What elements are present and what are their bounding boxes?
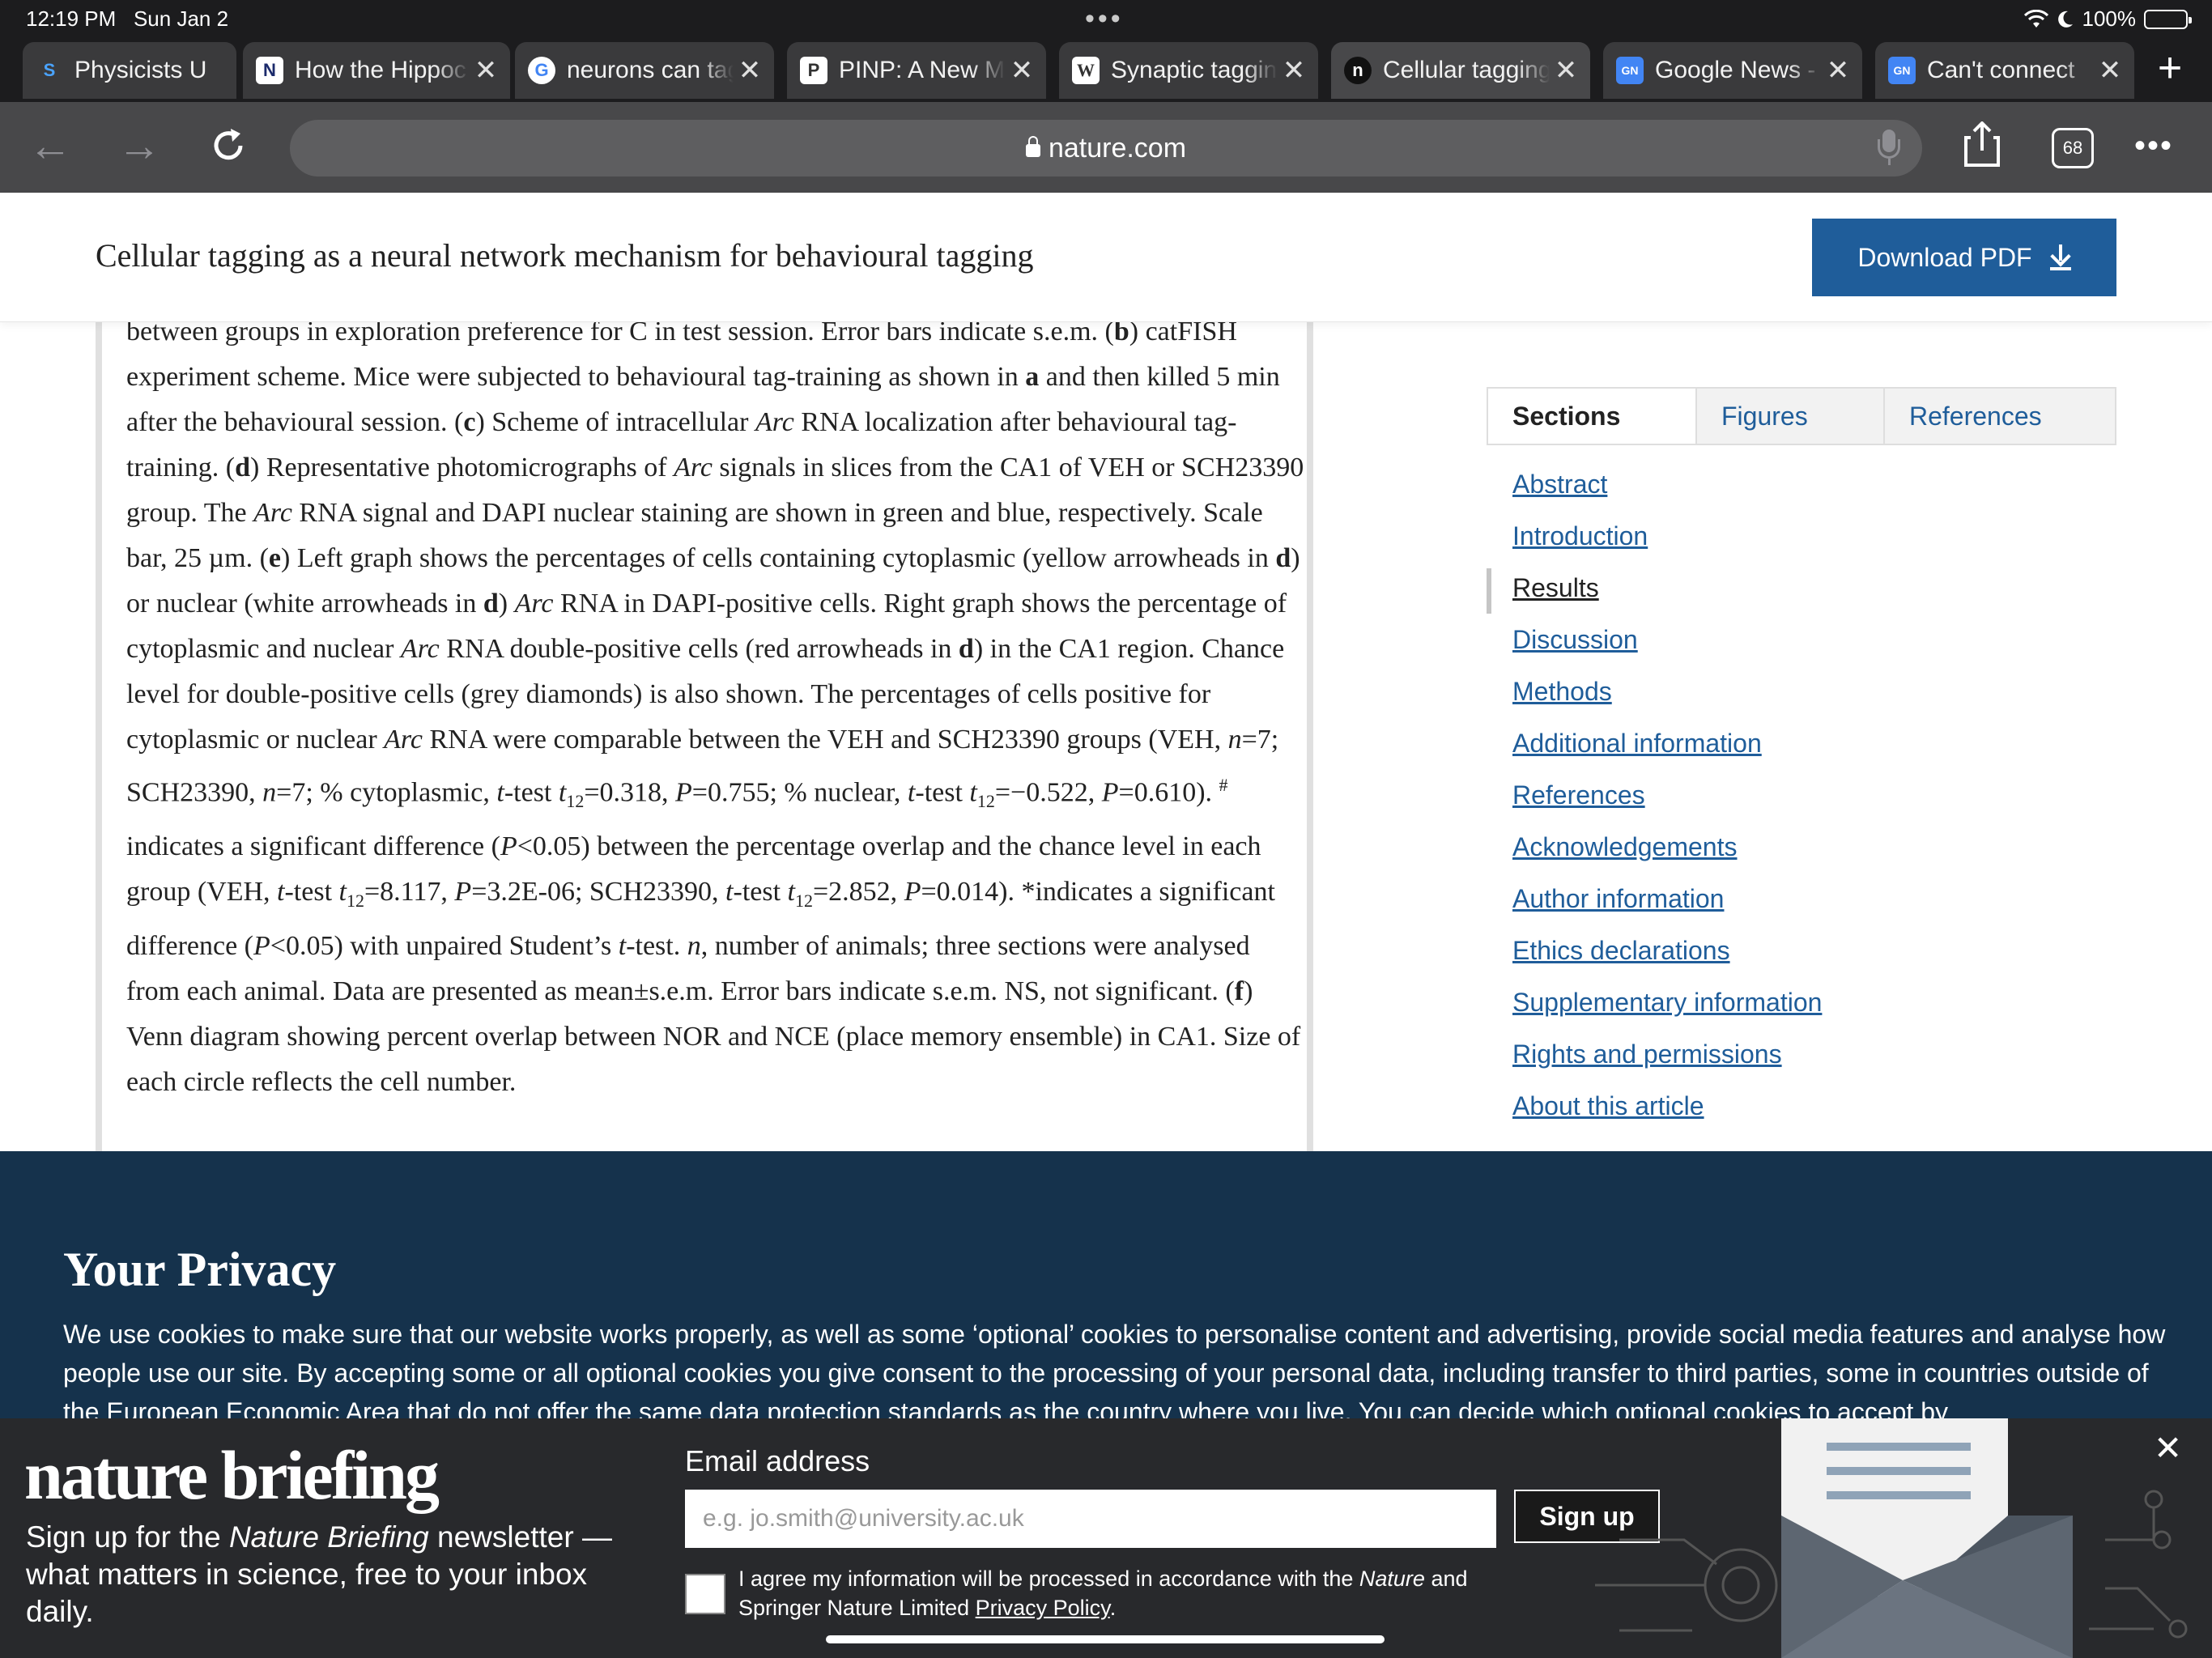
- toc-link-acknowledgements[interactable]: Acknowledgements: [1487, 824, 2116, 876]
- back-arrow-icon[interactable]: ←: [24, 120, 76, 172]
- more-options-icon[interactable]: •••: [2134, 120, 2173, 172]
- toc-link-additional-information[interactable]: Additional information: [1487, 721, 2116, 772]
- address-bar[interactable]: nature.com: [290, 120, 1922, 176]
- tab-synaptic-tagging[interactable]: W Synaptic tagging ✕: [1059, 42, 1318, 99]
- tab-google-search[interactable]: G neurons can tag ✕: [515, 42, 774, 99]
- email-label: Email address: [685, 1444, 870, 1477]
- tab-figures[interactable]: Figures: [1695, 389, 1883, 444]
- multitask-dots[interactable]: •••: [1085, 3, 1124, 35]
- toc-link-references[interactable]: References: [1487, 772, 2116, 824]
- download-icon: [2049, 244, 2071, 270]
- tab-google-news[interactable]: GN Google News - ✕: [1603, 42, 1862, 99]
- tab-favicon-icon: GN: [1616, 57, 1644, 84]
- close-tab-icon[interactable]: ✕: [1822, 54, 1854, 87]
- share-icon[interactable]: [1956, 120, 2008, 172]
- tab-cellular-tagging[interactable]: n Cellular tagging ✕: [1331, 42, 1590, 99]
- tab-favicon-icon: GN: [1888, 57, 1916, 84]
- consent-text: I agree my information will be processed…: [738, 1567, 1468, 1620]
- toc-link-about-this-article[interactable]: About this article: [1487, 1083, 2116, 1135]
- briefing-blurb: Sign up for the Nature Briefing newslett…: [26, 1520, 612, 1628]
- consent-checkbox[interactable]: [685, 1574, 725, 1614]
- article-sticky-header: Cellular tagging as a neural network mec…: [0, 193, 2212, 322]
- tab-favicon-icon: S: [43, 60, 56, 80]
- privacy-text: We use cookies to make sure that our web…: [63, 1320, 2166, 1418]
- address-text: nature.com: [1048, 132, 1187, 164]
- tab-strip: S Physicists U N How the Hippoc ✕ G neur…: [0, 39, 2212, 102]
- tab-favicon-icon: P: [800, 57, 827, 84]
- battery-percent: 100%: [2082, 6, 2137, 31]
- tab-sections[interactable]: Sections: [1488, 389, 1695, 444]
- toc-link-supplementary-information[interactable]: Supplementary information: [1487, 980, 2116, 1031]
- tab-favicon-icon: G: [528, 57, 555, 84]
- new-tab-plus-icon[interactable]: +: [2146, 45, 2194, 94]
- nature-briefing-logo: nature briefing: [24, 1436, 440, 1514]
- figure-caption: between groups in exploration preference…: [126, 317, 1304, 1097]
- status-time: 12:19 PM Sun Jan 2: [26, 6, 229, 31]
- tab-favicon-icon: n: [1344, 57, 1372, 84]
- tab-physicists[interactable]: S Physicists U: [23, 42, 236, 99]
- moon-icon: [2057, 11, 2073, 28]
- toc-link-author-information[interactable]: Author information: [1487, 876, 2116, 928]
- tab-hippocampus[interactable]: N How the Hippoc ✕: [243, 42, 510, 99]
- close-tab-icon[interactable]: ✕: [734, 54, 766, 87]
- close-tab-icon[interactable]: ✕: [2094, 54, 2126, 87]
- toc-link-abstract[interactable]: Abstract: [1487, 461, 2116, 513]
- status-bar: 12:19 PM Sun Jan 2 ••• 100%: [0, 0, 2212, 39]
- nature-briefing-banner: nature briefing Sign up for the Nature B…: [0, 1418, 2212, 1658]
- home-indicator: [826, 1635, 1385, 1643]
- tab-favicon-icon: N: [256, 57, 283, 84]
- privacy-heading: Your Privacy: [63, 1243, 337, 1296]
- privacy-banner: Your Privacy We use cookies to make sure…: [0, 1151, 2212, 1418]
- forward-arrow-icon[interactable]: →: [113, 120, 165, 172]
- tab-cant-connect[interactable]: GN Can't connect ✕: [1875, 42, 2134, 99]
- reload-icon[interactable]: [202, 120, 254, 172]
- article-title: Cellular tagging as a neural network mec…: [96, 237, 1034, 274]
- status-right: 100%: [2023, 6, 2192, 32]
- privacy-policy-link[interactable]: Privacy Policy: [976, 1596, 1110, 1620]
- browser-toolbar: ← → nature.com 68 •••: [0, 102, 2212, 193]
- tab-references[interactable]: References: [1883, 389, 2115, 444]
- sections-tabs: Sections Figures References: [1487, 387, 2116, 445]
- toc-link-methods[interactable]: Methods: [1487, 669, 2116, 721]
- figure-caption-box: between groups in exploration preference…: [96, 317, 1313, 1151]
- email-input[interactable]: [685, 1490, 1496, 1548]
- tab-overview-button[interactable]: 68: [2052, 128, 2094, 168]
- sections-list: Abstract Introduction Results Discussion…: [1487, 461, 2116, 1135]
- toc-link-results[interactable]: Results: [1487, 565, 2116, 617]
- microphone-icon[interactable]: [1877, 130, 1901, 167]
- close-tab-icon[interactable]: ✕: [1550, 54, 1582, 87]
- close-tab-icon[interactable]: ✕: [1278, 54, 1310, 87]
- toc-link-discussion[interactable]: Discussion: [1487, 617, 2116, 669]
- battery-icon: [2144, 9, 2192, 29]
- close-tab-icon[interactable]: ✕: [470, 54, 502, 87]
- tab-favicon-icon: W: [1072, 57, 1100, 84]
- toc-link-rights-and-permissions[interactable]: Rights and permissions: [1487, 1031, 2116, 1083]
- tab-pinp[interactable]: P PINP: A New M ✕: [787, 42, 1046, 99]
- toc-link-introduction[interactable]: Introduction: [1487, 513, 2116, 565]
- wifi-icon: [2023, 9, 2048, 28]
- close-tab-icon[interactable]: ✕: [1006, 54, 1038, 87]
- envelope-illustration-icon: [1595, 1418, 2188, 1658]
- toc-link-ethics-declarations[interactable]: Ethics declarations: [1487, 928, 2116, 980]
- close-icon[interactable]: ✕: [2154, 1428, 2182, 1468]
- download-pdf-button[interactable]: Download PDF: [1812, 219, 2116, 296]
- lock-icon: [1025, 136, 1040, 157]
